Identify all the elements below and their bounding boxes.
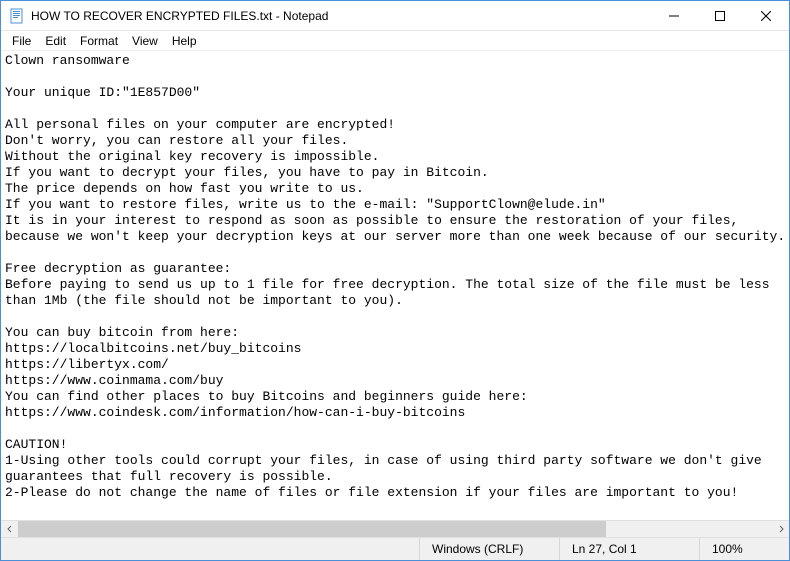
status-bar: Windows (CRLF) Ln 27, Col 1 100%	[1, 537, 789, 560]
window-title: HOW TO RECOVER ENCRYPTED FILES.txt - Not…	[31, 9, 651, 23]
scroll-right-arrow-icon[interactable]	[772, 521, 789, 537]
status-cursor-position: Ln 27, Col 1	[559, 538, 699, 560]
status-zoom: 100%	[699, 538, 789, 560]
menu-edit[interactable]: Edit	[38, 32, 73, 50]
text-editor[interactable]: Clown ransomware Your unique ID:"1E857D0…	[1, 51, 789, 520]
menu-bar: File Edit Format View Help	[1, 31, 789, 51]
window-controls	[651, 1, 789, 30]
status-eol: Windows (CRLF)	[419, 538, 559, 560]
notepad-icon	[9, 8, 25, 24]
scroll-left-arrow-icon[interactable]	[1, 521, 18, 537]
menu-view[interactable]: View	[125, 32, 165, 50]
menu-format[interactable]: Format	[73, 32, 125, 50]
scroll-track[interactable]	[18, 521, 772, 537]
horizontal-scrollbar[interactable]	[1, 520, 789, 537]
maximize-button[interactable]	[697, 1, 743, 30]
title-bar: HOW TO RECOVER ENCRYPTED FILES.txt - Not…	[1, 1, 789, 31]
menu-help[interactable]: Help	[165, 32, 204, 50]
menu-file[interactable]: File	[5, 32, 38, 50]
minimize-button[interactable]	[651, 1, 697, 30]
scroll-thumb[interactable]	[18, 521, 606, 537]
close-button[interactable]	[743, 1, 789, 30]
